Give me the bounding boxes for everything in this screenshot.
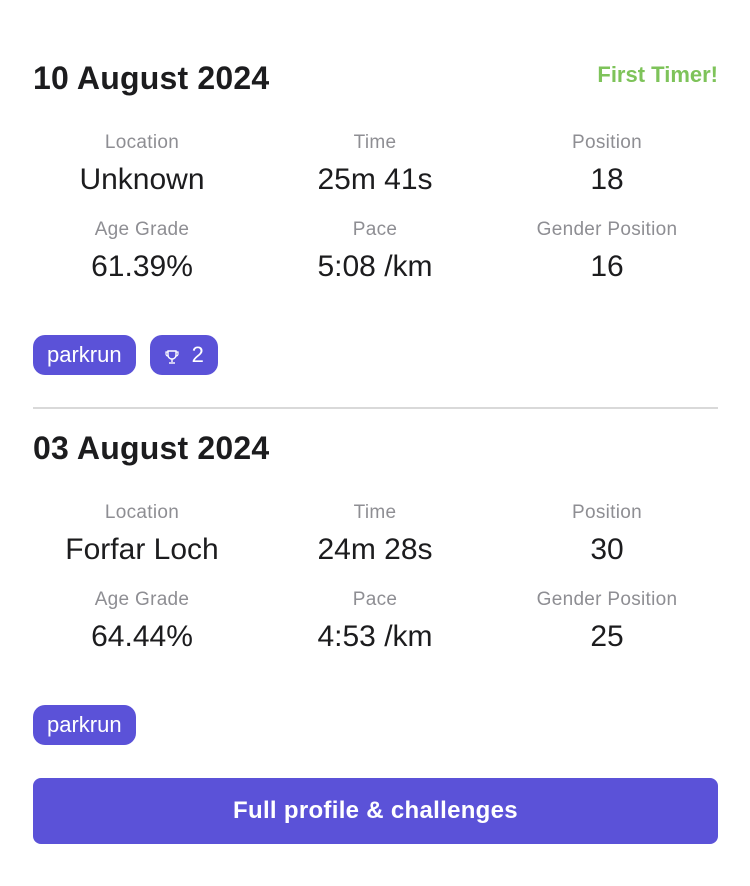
stat-value: Forfar Loch	[65, 533, 219, 566]
stat-value: 24m 28s	[317, 533, 433, 566]
stat-label: Location	[104, 132, 180, 153]
parkrun-tag[interactable]: parkrun	[33, 705, 136, 745]
stat-value: 5:08 /km	[317, 250, 433, 283]
stat-gender-position: Gender Position 16	[493, 220, 721, 282]
stat-value: 18	[590, 163, 624, 196]
first-timer-badge: First Timer!	[597, 62, 718, 87]
trophy-tag[interactable]: 2	[149, 335, 218, 375]
stat-label: Time	[353, 132, 397, 153]
stat-label: Position	[572, 132, 642, 153]
stat-label: Location	[104, 502, 180, 523]
stat-label: Pace	[352, 589, 398, 610]
stat-position: Position 30	[493, 503, 721, 565]
stat-value: 16	[590, 250, 624, 283]
stat-label: Age Grade	[94, 219, 190, 240]
stat-age-grade: Age Grade 61.39%	[28, 220, 256, 282]
parkrun-tag[interactable]: parkrun	[33, 335, 136, 375]
stat-location: Location Unknown	[28, 133, 256, 195]
stat-pace: Pace 5:08 /km	[261, 220, 489, 282]
stat-pace: Pace 4:53 /km	[261, 590, 489, 652]
stat-label: Gender Position	[536, 589, 678, 610]
trophy-icon	[164, 347, 180, 364]
full-profile-button[interactable]: Full profile & challenges	[33, 778, 718, 844]
trophy-count: 2	[191, 342, 204, 367]
stat-age-grade: Age Grade 64.44%	[28, 590, 256, 652]
stat-position: Position 18	[493, 133, 721, 195]
run-divider	[33, 407, 718, 409]
stat-gender-position: Gender Position 25	[493, 590, 721, 652]
tag-label: parkrun	[47, 712, 122, 737]
stat-label: Position	[572, 502, 642, 523]
stat-value: 4:53 /km	[317, 620, 433, 653]
run-date: 10 August 2024	[33, 60, 270, 96]
stat-value: 30	[590, 533, 624, 566]
stat-value: 64.44%	[91, 620, 193, 653]
stat-label: Gender Position	[536, 219, 678, 240]
tag-label: parkrun	[47, 342, 122, 367]
stat-value: 25	[590, 620, 624, 653]
stat-label: Time	[353, 502, 397, 523]
stat-label: Pace	[352, 219, 398, 240]
run-tags: parkrun 2	[33, 335, 218, 375]
stat-location: Location Forfar Loch	[28, 503, 256, 565]
run-tags: parkrun	[33, 705, 136, 745]
run-date: 03 August 2024	[33, 430, 270, 466]
stat-time: Time 25m 41s	[261, 133, 489, 195]
stat-time: Time 24m 28s	[261, 503, 489, 565]
stat-value: 25m 41s	[317, 163, 433, 196]
stat-value: 61.39%	[91, 250, 193, 283]
stat-value: Unknown	[79, 163, 205, 196]
stat-label: Age Grade	[94, 589, 190, 610]
